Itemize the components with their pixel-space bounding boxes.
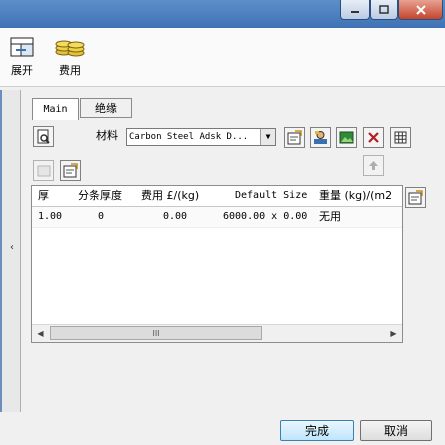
user-icon: [314, 131, 327, 144]
grid-view-button[interactable]: [390, 127, 411, 148]
window-titlebar[interactable]: [0, 0, 445, 28]
move-up-button[interactable]: [363, 155, 384, 176]
picture-icon: [339, 131, 354, 144]
assign-user-button[interactable]: [310, 127, 331, 148]
tab-insulation-label: 绝缘: [95, 102, 117, 115]
edit-properties-icon: [408, 190, 423, 205]
grid-icon: [394, 131, 407, 144]
minimize-icon: [351, 10, 359, 13]
arrow-up-icon: [369, 161, 378, 170]
chevron-down-icon[interactable]: ▼: [260, 129, 275, 145]
maximize-icon: [379, 5, 389, 14]
scroll-right-icon[interactable]: ▶: [385, 325, 402, 341]
scroll-thumb[interactable]: III: [50, 326, 262, 340]
layer-table: 厚 分条厚度 费用 £/(kg) Default Size 重量 (kg)/(m…: [31, 185, 403, 343]
column-header-cost[interactable]: 费用 £/(kg): [141, 186, 199, 206]
expand-label: 展开: [11, 64, 33, 77]
blank-frame-icon: [37, 165, 50, 176]
edit-material-button[interactable]: [284, 127, 305, 148]
table-row[interactable]: 1.00 0 0.00 6000.00 x 0.00 无用: [32, 207, 402, 228]
cell-weight: 无用: [319, 210, 341, 223]
material-label: 材料: [96, 129, 118, 142]
minimize-button[interactable]: [340, 0, 370, 20]
cell-cost: 0.00: [163, 211, 188, 222]
disabled-action-button[interactable]: [33, 160, 54, 181]
tab-main-label: Main: [43, 104, 68, 115]
edit-table-button[interactable]: [405, 187, 426, 208]
magnify-document-icon: [37, 129, 50, 144]
material-select[interactable]: Carbon Steel Adsk D... ▼: [126, 128, 276, 146]
close-window-button[interactable]: [398, 0, 443, 20]
expand-icon: [10, 37, 34, 57]
ribbon-toolbar: 展开 费用: [0, 28, 445, 87]
edit-properties-icon: [63, 163, 78, 178]
preview-button[interactable]: [33, 126, 54, 147]
column-header-thickness[interactable]: 厚: [38, 186, 49, 206]
table-header: 厚 分条厚度 费用 £/(kg) Default Size 重量 (kg)/(m…: [32, 186, 402, 207]
cell-default-size: 6000.00 x 0.00: [223, 211, 308, 222]
cost-label: 费用: [59, 64, 81, 77]
ok-button[interactable]: 完成: [280, 420, 354, 441]
cancel-button-label: 取消: [383, 424, 408, 438]
edit-properties-icon: [287, 130, 302, 145]
column-header-weight[interactable]: 重量 (kg)/(m2: [319, 186, 392, 206]
ok-button-label: 完成: [304, 424, 329, 438]
column-header-default-size[interactable]: Default Size: [235, 186, 307, 206]
edit-layer-button[interactable]: [60, 160, 81, 181]
scroll-left-icon[interactable]: ◀: [32, 325, 49, 341]
chevron-left-icon[interactable]: ‹: [10, 242, 14, 253]
material-select-value: Carbon Steel Adsk D...: [129, 132, 249, 142]
cell-thickness: 1.00: [38, 211, 63, 222]
scroll-thumb-grip: III: [152, 328, 160, 338]
expand-tool[interactable]: 展开: [8, 36, 36, 78]
close-icon: [415, 4, 426, 15]
left-edge-divider: [0, 90, 2, 412]
tab-insulation[interactable]: 绝缘: [80, 98, 132, 118]
cancel-button[interactable]: 取消: [360, 420, 432, 441]
cell-split-thickness: 0: [98, 211, 105, 222]
cost-tool[interactable]: 费用: [54, 36, 86, 78]
maximize-button[interactable]: [370, 0, 398, 20]
delete-x-icon: [368, 132, 379, 143]
coins-icon: [55, 40, 85, 57]
collapse-strip[interactable]: ‹: [0, 90, 21, 412]
image-button[interactable]: [336, 127, 357, 148]
column-header-split-thickness[interactable]: 分条厚度: [78, 186, 122, 206]
delete-button[interactable]: [363, 127, 384, 148]
horizontal-scrollbar[interactable]: ◀ III ▶: [32, 324, 402, 342]
tab-main[interactable]: Main: [32, 98, 79, 120]
